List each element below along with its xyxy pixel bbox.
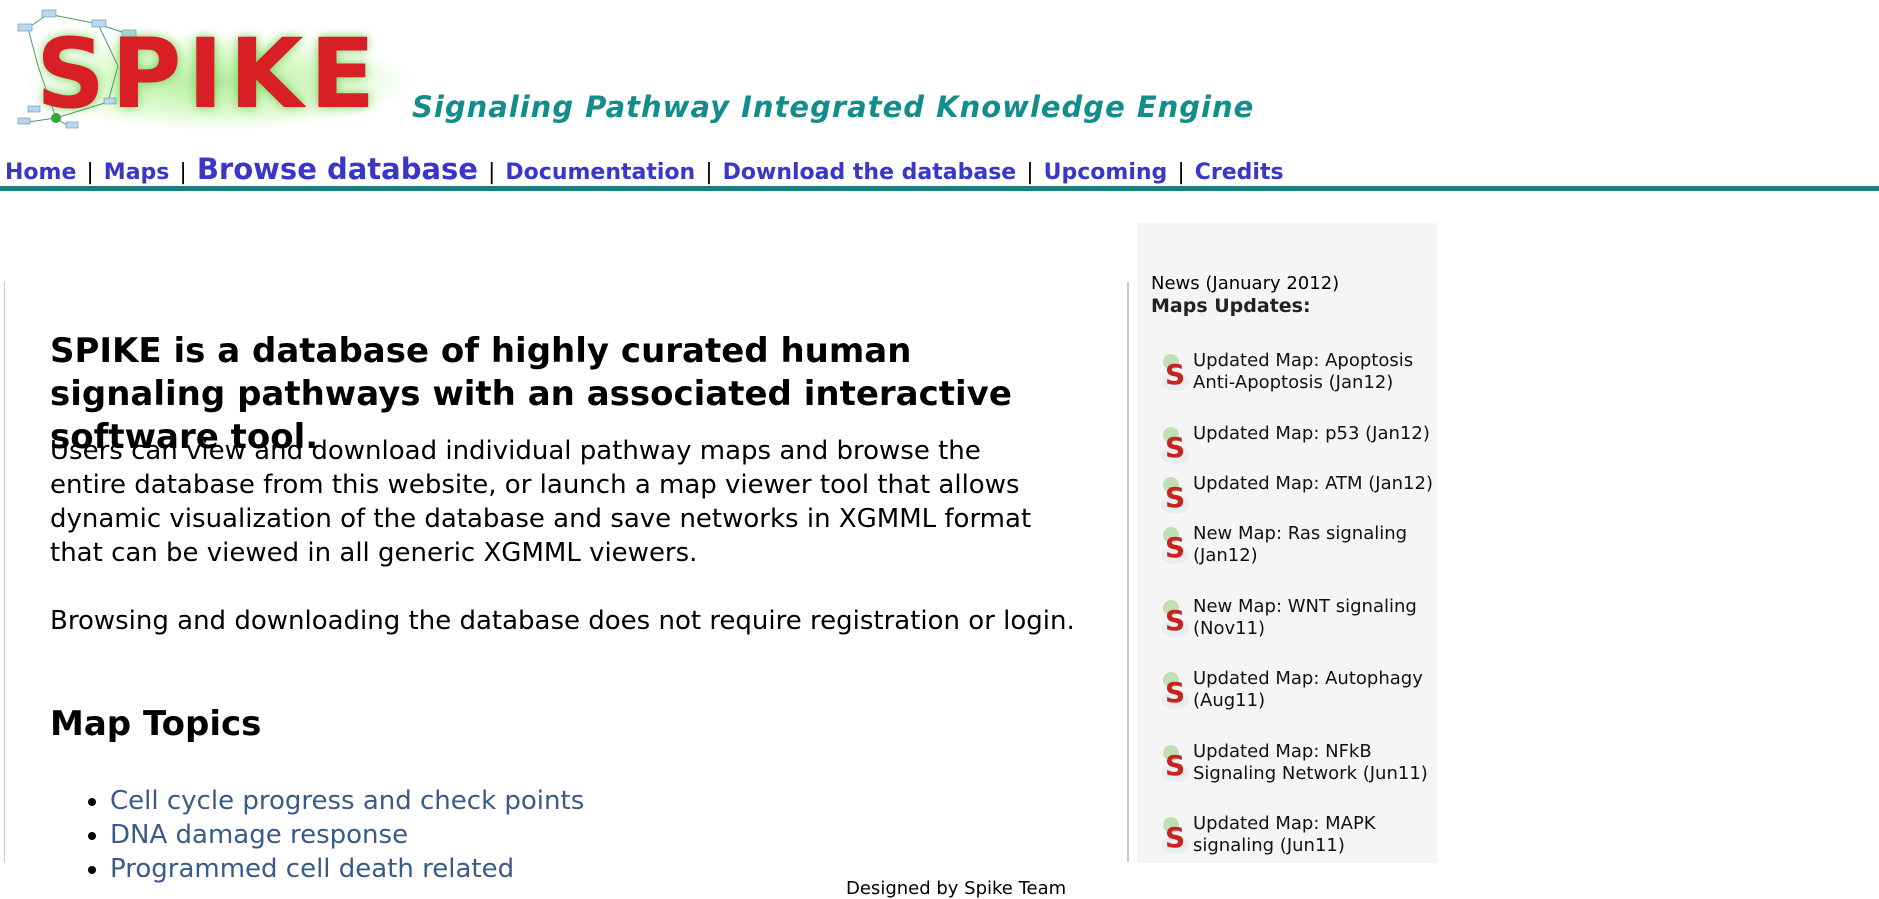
- topic-link-cell-death[interactable]: Programmed cell death related: [110, 854, 514, 884]
- nav-download-link[interactable]: Download the database: [723, 160, 1017, 185]
- intro-paragraph: Users can view and download individual p…: [50, 436, 1032, 568]
- news-date-label: News (January 2012): [1151, 273, 1340, 294]
- svg-text:S: S: [1165, 531, 1185, 564]
- footer-credit: Designed by Spike Team: [846, 878, 1067, 899]
- list-item: DNA damage response: [110, 818, 584, 852]
- news-item-text: Updated Map: Autophagy (Aug11): [1193, 668, 1423, 711]
- logo-wordmark: SPIKE: [36, 18, 382, 130]
- nav-home-link[interactable]: Home: [5, 160, 76, 185]
- svg-text:S: S: [1165, 676, 1185, 709]
- svg-text:S: S: [1165, 604, 1185, 637]
- spike-s-icon: S: [1161, 427, 1189, 464]
- list-item[interactable]: S Updated Map: Autophagy (Aug11): [1157, 668, 1437, 728]
- nav-maps-link[interactable]: Maps: [104, 160, 170, 185]
- site-tagline: Signaling Pathway Integrated Knowledge E…: [412, 90, 1255, 124]
- list-item[interactable]: S Updated Map: MAPK signaling (Jun11): [1157, 813, 1437, 863]
- news-title: Maps Updates:: [1151, 295, 1311, 317]
- list-item[interactable]: S Updated Map: NFkB Signaling Network (J…: [1157, 741, 1437, 801]
- nav-divider: [0, 186, 1879, 191]
- nav-separator: |: [1026, 160, 1034, 185]
- column-divider: [1127, 282, 1129, 862]
- news-item-text: Updated Map: MAPK signaling (Jun11): [1193, 813, 1376, 856]
- news-item-text: Updated Map: NFkB Signaling Network (Jun…: [1193, 741, 1428, 784]
- spike-logo: SPIKE: [8, 6, 416, 130]
- nav-documentation-link[interactable]: Documentation: [505, 160, 695, 185]
- list-item[interactable]: S Updated Map: Apoptosis Anti-Apoptosis …: [1157, 350, 1437, 410]
- news-item-text: New Map: Ras signaling (Jan12): [1193, 523, 1408, 566]
- news-sidebar: News (January 2012) Maps Updates: S Upda…: [1137, 223, 1437, 863]
- main-nav: Home | Maps | Browse database | Document…: [5, 152, 1284, 186]
- spike-s-icon: S: [1161, 745, 1189, 782]
- spike-s-icon: S: [1161, 354, 1189, 391]
- nav-separator: |: [86, 160, 94, 185]
- spike-s-icon: S: [1161, 600, 1189, 637]
- nav-separator: |: [487, 160, 496, 185]
- nav-separator: |: [1177, 160, 1185, 185]
- registration-note: Browsing and downloading the database do…: [50, 606, 1075, 636]
- nav-separator: |: [179, 160, 187, 185]
- spike-s-icon: S: [1161, 477, 1189, 514]
- spike-s-icon: S: [1161, 527, 1189, 564]
- main-content: SPIKE is a database of highly curated hu…: [4, 282, 1129, 884]
- spike-s-icon: S: [1161, 672, 1189, 709]
- topic-link-dna-damage[interactable]: DNA damage response: [110, 820, 408, 850]
- topic-link-cell-cycle[interactable]: Cell cycle progress and check points: [110, 786, 584, 816]
- list-item[interactable]: S New Map: Ras signaling (Jan12): [1157, 523, 1437, 583]
- nav-separator: |: [705, 160, 713, 185]
- spike-s-icon: S: [1161, 817, 1189, 854]
- news-item-text: Updated Map: Apoptosis Anti-Apoptosis (J…: [1193, 350, 1414, 393]
- list-item: Cell cycle progress and check points: [110, 784, 584, 818]
- map-topics-heading: Map Topics: [50, 704, 262, 744]
- list-item[interactable]: S New Map: WNT signaling (Nov11): [1157, 596, 1437, 656]
- news-item-text: Updated Map: ATM (Jan12): [1193, 473, 1433, 494]
- svg-text:S: S: [1165, 821, 1185, 854]
- svg-text:S: S: [1165, 358, 1185, 391]
- nav-browse-database-link[interactable]: Browse database: [197, 152, 478, 186]
- map-topics-list: Cell cycle progress and check points DNA…: [50, 784, 584, 886]
- news-item-text: New Map: WNT signaling (Nov11): [1193, 596, 1417, 639]
- svg-text:S: S: [1165, 749, 1185, 782]
- svg-text:S: S: [1165, 481, 1185, 514]
- news-item-text: Updated Map: p53 (Jan12): [1193, 423, 1430, 444]
- list-item: Programmed cell death related: [110, 852, 584, 886]
- svg-text:S: S: [1165, 431, 1185, 464]
- nav-upcoming-link[interactable]: Upcoming: [1044, 160, 1168, 185]
- nav-credits-link[interactable]: Credits: [1195, 160, 1284, 185]
